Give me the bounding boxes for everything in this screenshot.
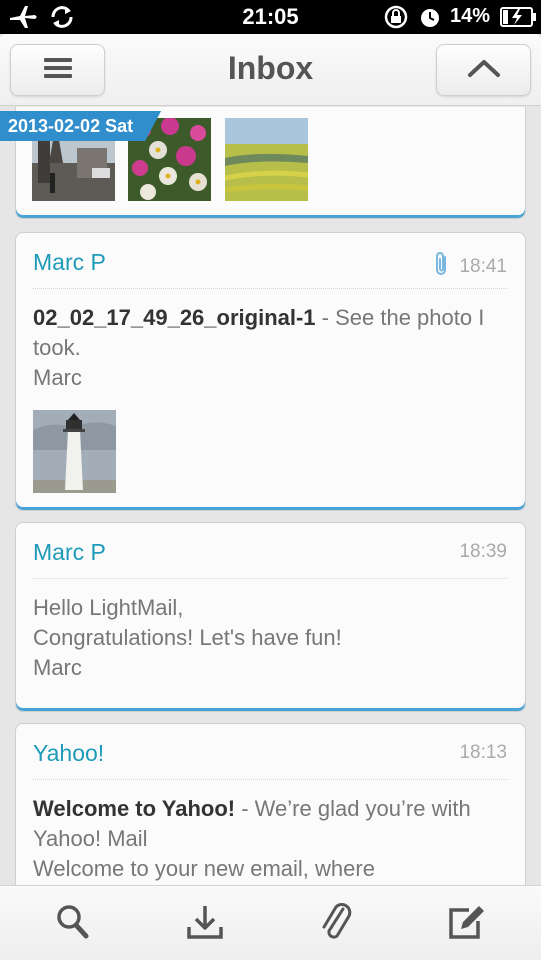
compose-button[interactable] bbox=[447, 904, 487, 944]
paperclip-icon bbox=[433, 251, 451, 283]
message-preview-line: Hello LightMail, bbox=[33, 595, 184, 620]
divider bbox=[33, 578, 508, 579]
message-card[interactable]: Yahoo! 18:13 Welcome to Yahoo! - We’re g… bbox=[15, 723, 526, 885]
message-subject: 02_02_17_49_26_original-1 bbox=[33, 305, 316, 330]
message-time: 18:39 bbox=[459, 541, 507, 562]
message-list[interactable]: 2013-02-02 Sat Marc P 18:41 02_02_17_49_… bbox=[0, 107, 541, 885]
message-sender: Marc P bbox=[33, 539, 106, 565]
battery-charging-icon bbox=[500, 6, 538, 33]
status-bar: 21:05 14% bbox=[0, 0, 541, 34]
photo-thumbnail-field[interactable] bbox=[225, 118, 308, 201]
message-sender: Yahoo! bbox=[33, 740, 105, 766]
message-time: 18:41 bbox=[459, 256, 507, 277]
message-card[interactable]: Marc P 18:39 Hello LightMail, Congratula… bbox=[15, 522, 526, 712]
message-preview-line: Marc bbox=[33, 365, 82, 390]
message-sender: Marc P bbox=[33, 249, 106, 275]
rotation-lock-icon bbox=[382, 4, 410, 35]
message-card[interactable]: Marc P 18:41 02_02_17_49_26_original-1 -… bbox=[15, 232, 526, 511]
chevron-up-icon bbox=[467, 58, 501, 83]
message-preview-line: Congratulations! Let's have fun! bbox=[33, 625, 342, 650]
message-meta: 18:41 bbox=[433, 251, 507, 283]
attachment-icon bbox=[319, 901, 353, 948]
scroll-to-top-button[interactable] bbox=[436, 44, 531, 96]
message-meta: 18:13 bbox=[459, 742, 507, 764]
message-time: 18:13 bbox=[459, 742, 507, 763]
message-preview: Welcome to Yahoo! - We’re glad you’re wi… bbox=[33, 794, 507, 884]
alarm-clock-icon bbox=[418, 4, 442, 35]
search-icon bbox=[55, 903, 91, 946]
nav-bar: Inbox bbox=[0, 34, 541, 106]
date-header-tag: 2013-02-02 Sat bbox=[0, 111, 161, 141]
bottom-toolbar bbox=[0, 885, 541, 960]
download-icon bbox=[186, 903, 224, 946]
message-preview: Hello LightMail, Congratulations! Let's … bbox=[33, 593, 507, 683]
search-button[interactable] bbox=[53, 904, 93, 944]
photo-thumbnail-lighthouse[interactable] bbox=[33, 410, 116, 493]
divider bbox=[33, 288, 508, 289]
message-meta: 18:39 bbox=[459, 541, 507, 563]
compose-icon bbox=[447, 903, 487, 946]
battery-percent: 14% bbox=[450, 5, 491, 27]
message-preview: 02_02_17_49_26_original-1 - See the phot… bbox=[33, 303, 507, 393]
message-preview-line: Marc bbox=[33, 655, 82, 680]
message-preview-line: Welcome to your new email, where bbox=[33, 856, 375, 881]
divider bbox=[33, 779, 508, 780]
download-button[interactable] bbox=[185, 904, 225, 944]
attachments-button[interactable] bbox=[316, 902, 356, 944]
message-subject: Welcome to Yahoo! bbox=[33, 796, 236, 821]
